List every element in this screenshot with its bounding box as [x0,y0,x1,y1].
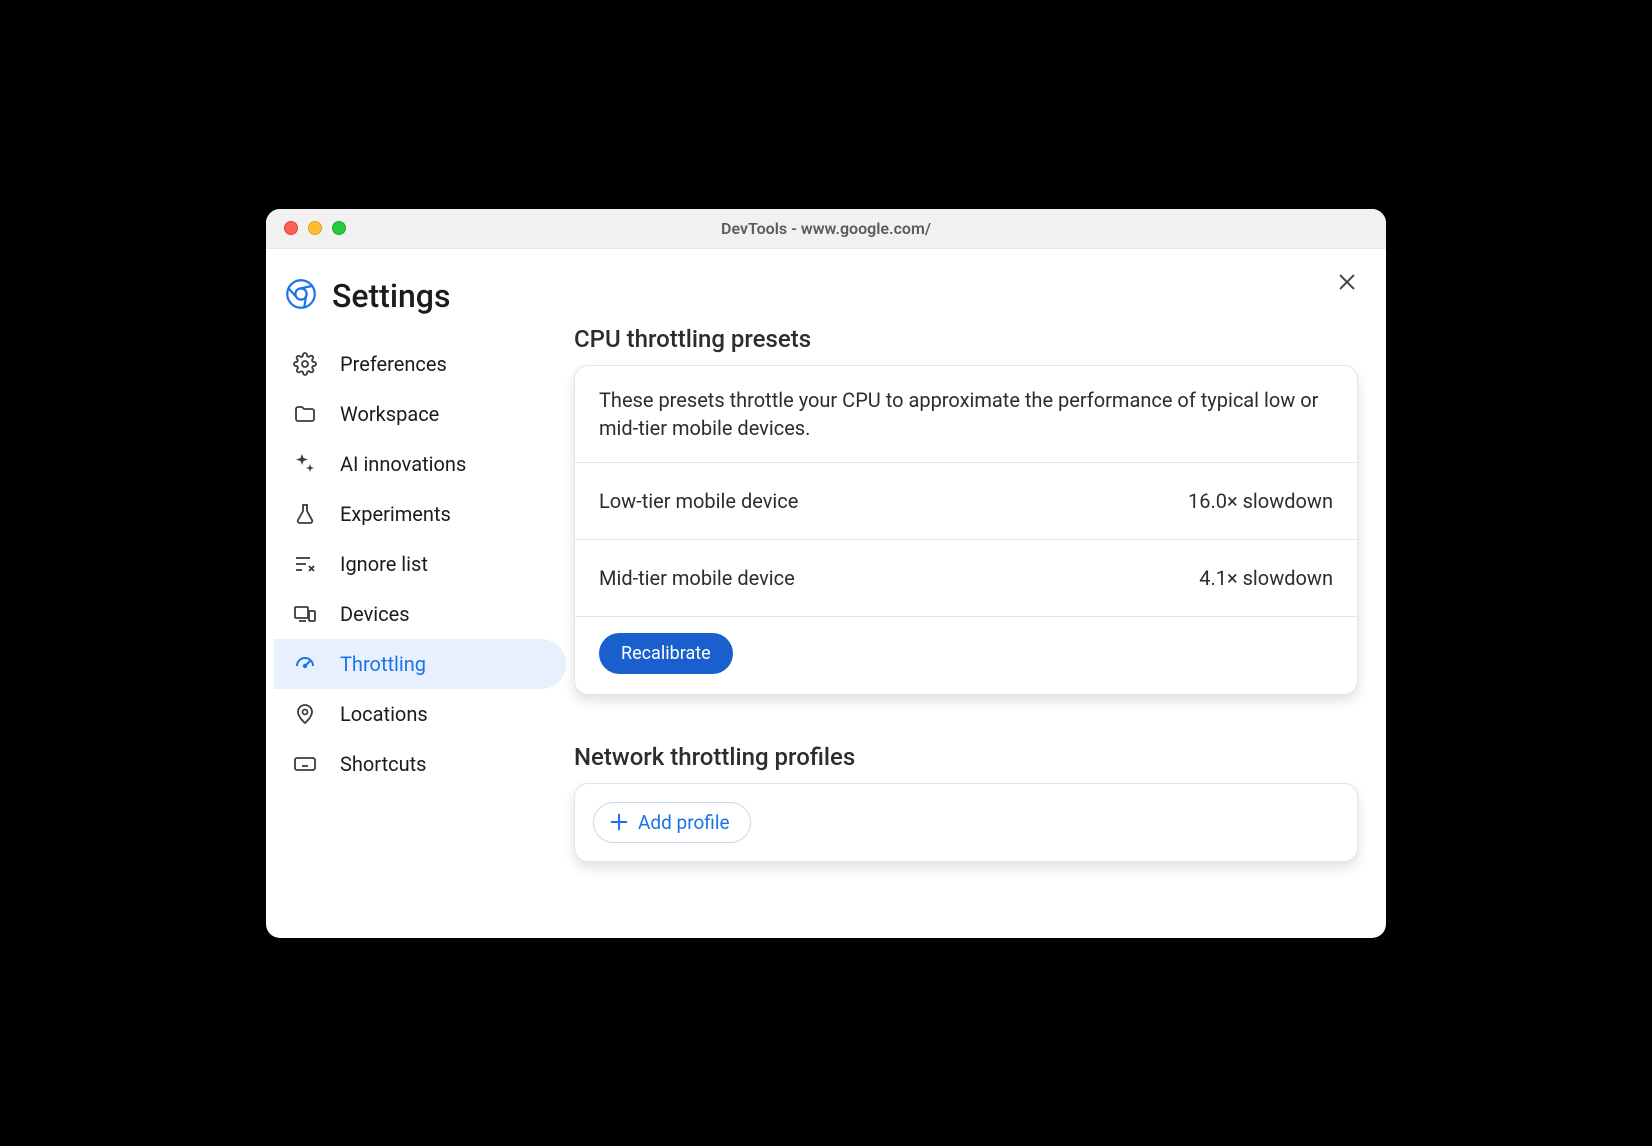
sidebar-item-shortcuts[interactable]: Shortcuts [274,739,566,789]
preset-name: Mid-tier mobile device [599,566,795,590]
network-profiles-heading: Network throttling profiles [574,743,1358,771]
flask-icon [292,501,318,527]
titlebar: DevTools - www.google.com/ [266,209,1386,249]
sidebar-item-label: Devices [340,602,410,626]
recalibrate-button[interactable]: Recalibrate [599,633,733,674]
main-content: CPU throttling presets These presets thr… [566,249,1386,938]
settings-header: Settings [274,277,566,339]
add-profile-label: Add profile [638,811,730,834]
sidebar-item-ai-innovations[interactable]: AI innovations [274,439,566,489]
preset-name: Low-tier mobile device [599,489,798,513]
sidebar-item-label: Locations [340,702,428,726]
sidebar-item-label: Preferences [340,352,447,376]
location-pin-icon [292,701,318,727]
gear-icon [292,351,318,377]
sidebar-item-label: AI innovations [340,452,466,476]
preset-value: 4.1× slowdown [1199,566,1333,590]
close-window-button[interactable] [284,221,298,235]
sidebar-item-experiments[interactable]: Experiments [274,489,566,539]
chrome-icon [286,279,316,313]
add-profile-button[interactable]: Add profile [593,802,751,843]
folder-icon [292,401,318,427]
speedometer-icon [292,651,318,677]
preset-value: 16.0× slowdown [1188,489,1333,513]
sidebar: Settings Preferences Workspace [266,249,566,938]
sidebar-item-label: Ignore list [340,552,428,576]
cpu-card-footer: Recalibrate [575,617,1357,694]
close-settings-button[interactable] [1336,271,1358,297]
window-title: DevTools - www.google.com/ [284,219,1368,238]
cpu-presets-heading: CPU throttling presets [574,325,1358,353]
sidebar-item-workspace[interactable]: Workspace [274,389,566,439]
preset-row-low-tier: Low-tier mobile device 16.0× slowdown [575,463,1357,540]
fullscreen-window-button[interactable] [332,221,346,235]
traffic-lights [284,221,346,235]
sparkles-icon [292,451,318,477]
keyboard-icon [292,751,318,777]
sidebar-list: Preferences Workspace AI innovations [274,339,566,789]
cpu-presets-description: These presets throttle your CPU to appro… [575,366,1357,463]
minimize-window-button[interactable] [308,221,322,235]
filter-x-icon [292,551,318,577]
network-profiles-card: Add profile [574,783,1358,862]
sidebar-item-locations[interactable]: Locations [274,689,566,739]
sidebar-item-throttling[interactable]: Throttling [274,639,566,689]
devices-icon [292,601,318,627]
preset-row-mid-tier: Mid-tier mobile device 4.1× slowdown [575,540,1357,617]
sidebar-item-label: Shortcuts [340,752,426,776]
sidebar-item-label: Experiments [340,502,451,526]
devtools-window: DevTools - www.google.com/ Settings Pref… [266,209,1386,938]
sidebar-item-ignore-list[interactable]: Ignore list [274,539,566,589]
page-title: Settings [332,277,450,315]
plus-icon [608,811,630,833]
sidebar-item-preferences[interactable]: Preferences [274,339,566,389]
sidebar-item-devices[interactable]: Devices [274,589,566,639]
sidebar-item-label: Workspace [340,402,439,426]
sidebar-item-label: Throttling [340,652,426,676]
cpu-presets-card: These presets throttle your CPU to appro… [574,365,1358,695]
